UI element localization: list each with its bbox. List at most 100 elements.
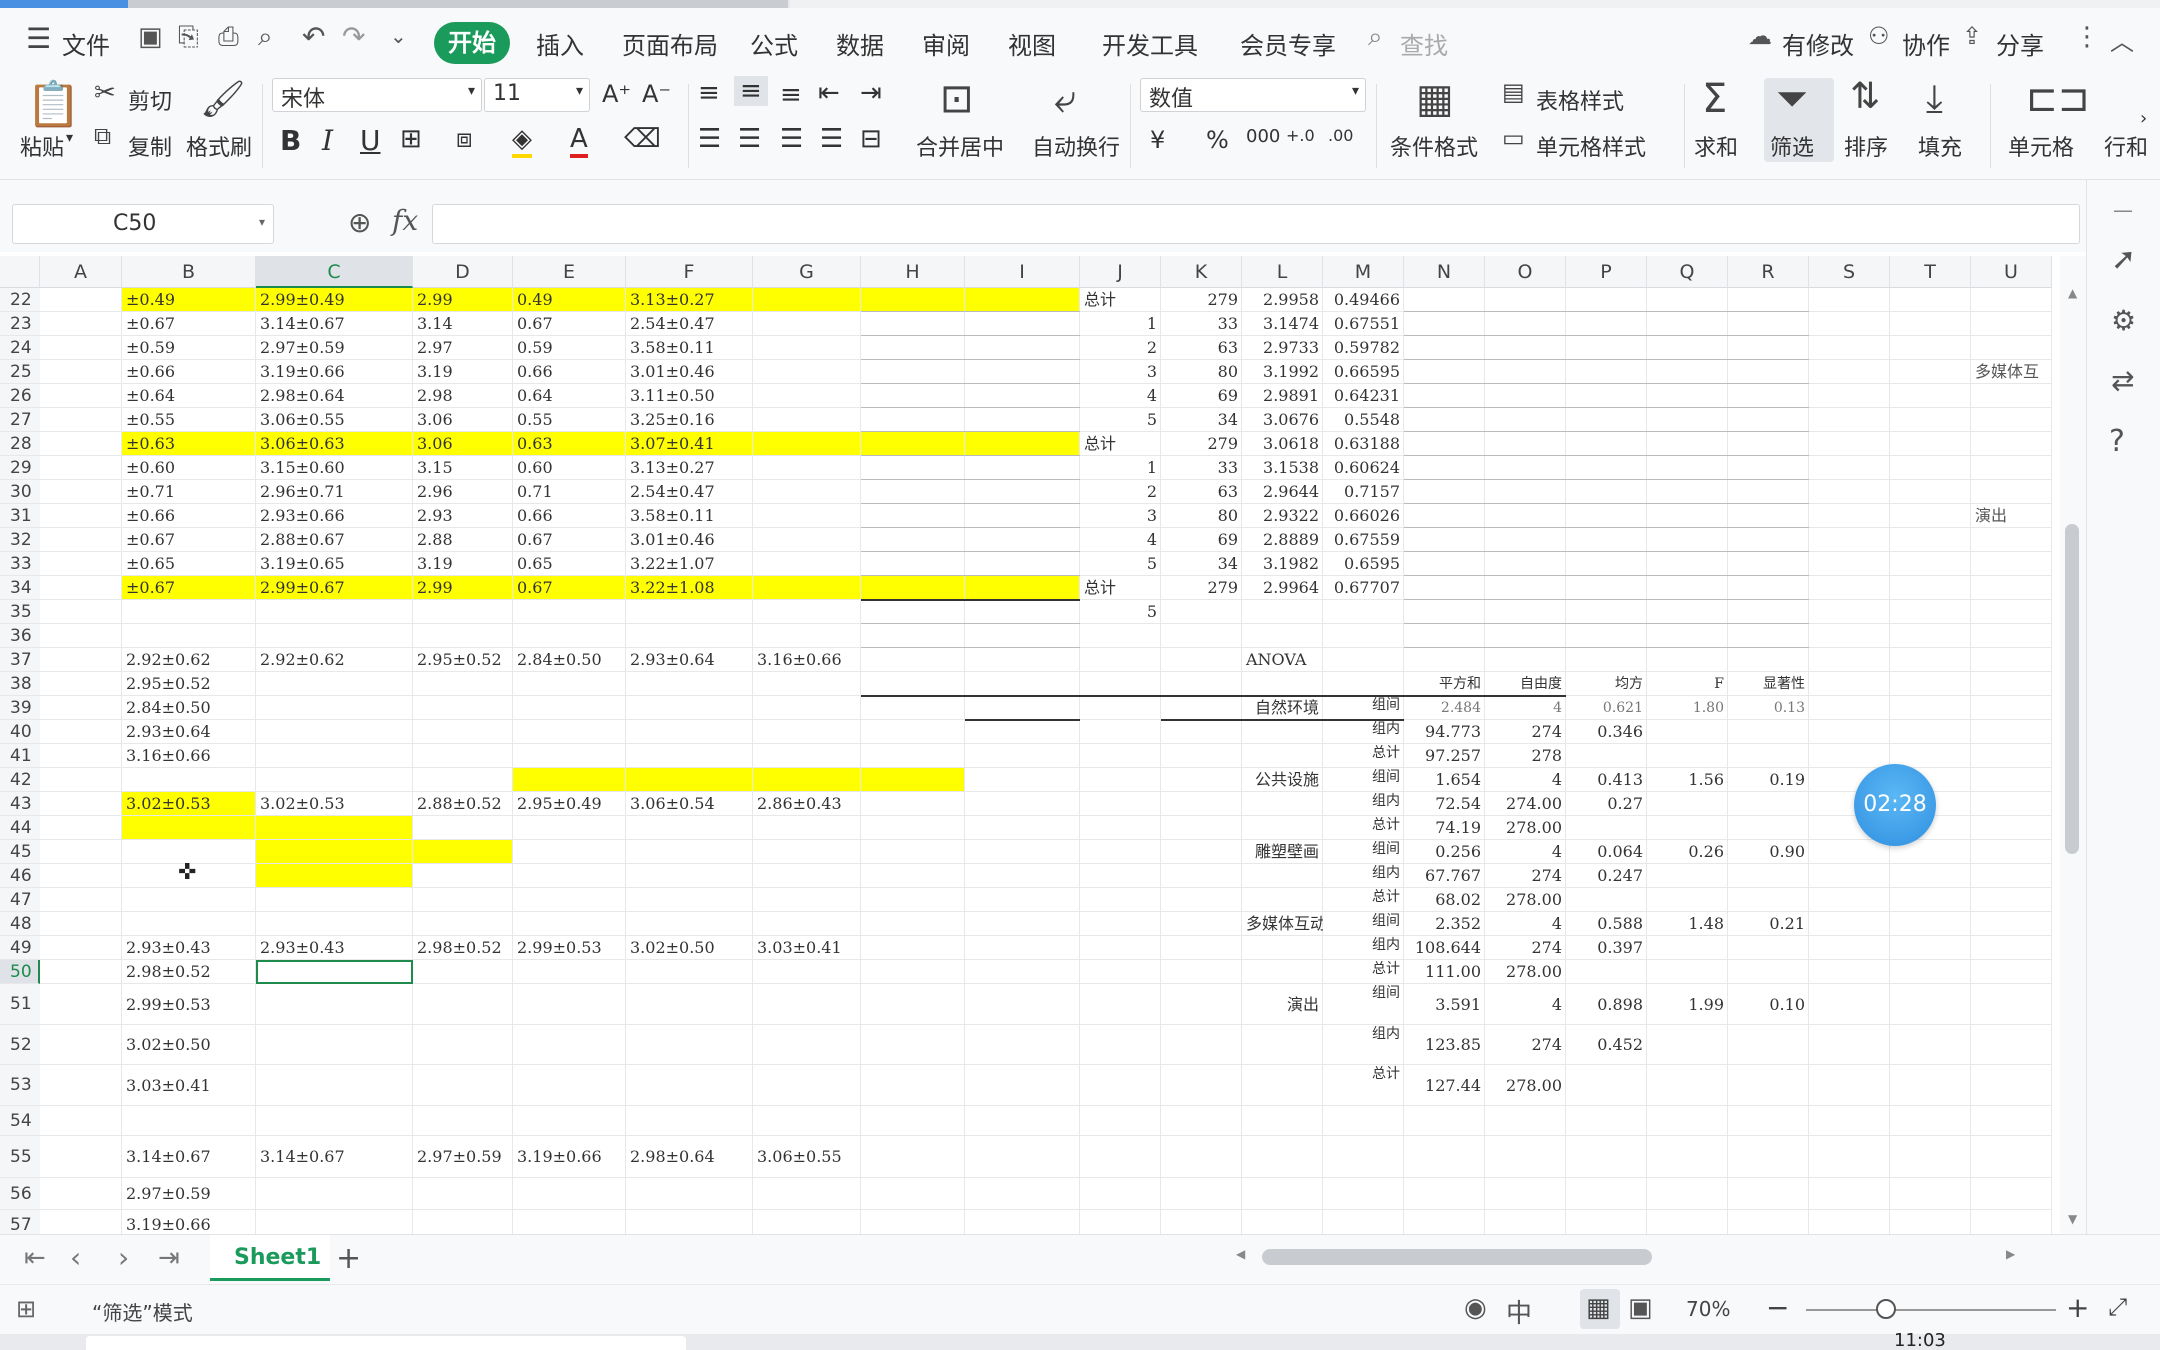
clear-format-icon[interactable]: ⌫ <box>624 124 661 154</box>
decrease-decimal-icon[interactable]: .00 <box>1328 126 1353 145</box>
row-header[interactable]: 48 <box>0 912 40 936</box>
more-options-icon[interactable]: ⋮ <box>2074 22 2100 52</box>
thousands-icon[interactable]: 000 <box>1246 126 1280 147</box>
cell-o39[interactable]: 4 <box>1485 696 1566 720</box>
cell-e26[interactable]: 0.64 <box>513 384 626 408</box>
column-header[interactable]: U <box>1971 256 2052 288</box>
cell-m53[interactable]: 总计 <box>1323 1065 1404 1106</box>
normal-view-icon[interactable]: ▦ <box>1586 1293 1611 1323</box>
cell-style-button[interactable]: 单元格样式 <box>1536 130 1646 162</box>
row-header[interactable]: 41 <box>0 744 40 768</box>
cell-o48[interactable]: 4 <box>1485 912 1566 936</box>
cell-j26[interactable]: 4 <box>1080 384 1161 408</box>
wrap-text-button[interactable]: 自动换行 <box>1032 130 1120 162</box>
cell-n40[interactable]: 94.773 <box>1404 720 1485 744</box>
cell-b32[interactable]: ±0.67 <box>122 528 256 552</box>
row-header[interactable]: 25 <box>0 360 40 384</box>
cell-e27[interactable]: 0.55 <box>513 408 626 432</box>
cut-icon[interactable]: ✂ <box>94 78 116 108</box>
row-header[interactable]: 24 <box>0 336 40 360</box>
cell-c25[interactable]: 3.19±0.66 <box>256 360 413 384</box>
cell-m45[interactable]: 组间 <box>1323 840 1404 864</box>
cell-o50[interactable]: 278.00 <box>1485 960 1566 984</box>
cell-m23[interactable]: 0.67551 <box>1323 312 1404 336</box>
cell-e37[interactable]: 2.84±0.50 <box>513 648 626 672</box>
help-icon[interactable]: ? <box>2109 424 2125 459</box>
fill-icon[interactable]: ⤓ <box>1926 76 1943 121</box>
format-painter-icon[interactable]: 🖌 <box>200 78 246 120</box>
cell-l33[interactable]: 3.1982 <box>1242 552 1323 576</box>
cell-b37[interactable]: 2.92±0.62 <box>122 648 256 672</box>
cell-l27[interactable]: 3.0676 <box>1242 408 1323 432</box>
cell-n47[interactable]: 68.02 <box>1404 888 1485 912</box>
cell-m39[interactable]: 组间 <box>1323 696 1404 720</box>
cell-b33[interactable]: ±0.65 <box>122 552 256 576</box>
row-header[interactable]: 28 <box>0 432 40 456</box>
cell-m43[interactable]: 组内 <box>1323 792 1404 816</box>
cell-border-style-icon[interactable]: ⧈ <box>456 124 473 155</box>
horizontal-scroll-thumb[interactable] <box>1262 1249 1652 1265</box>
eye-protection-icon[interactable]: ◉ <box>1464 1293 1487 1323</box>
cell-p49[interactable]: 0.397 <box>1566 936 1647 960</box>
fill-button[interactable]: 填充 <box>1918 130 1962 162</box>
row-header[interactable]: 49 <box>0 936 40 960</box>
cell-o45[interactable]: 4 <box>1485 840 1566 864</box>
cell-d43[interactable]: 2.88±0.52 <box>413 792 513 816</box>
cell-k30[interactable]: 63 <box>1161 480 1242 504</box>
cell-p52[interactable]: 0.452 <box>1566 1025 1647 1065</box>
cell-b38[interactable]: 2.95±0.52 <box>122 672 256 696</box>
font-color-icon[interactable]: A <box>570 124 588 158</box>
row-header[interactable]: 26 <box>0 384 40 408</box>
menu-developer[interactable]: 开发工具 <box>1102 26 1198 61</box>
cell-c26[interactable]: 2.98±0.64 <box>256 384 413 408</box>
cell-k22[interactable]: 279 <box>1161 288 1242 312</box>
merge-center-button[interactable]: 合并居中 <box>916 130 1004 162</box>
cell-b25[interactable]: ±0.66 <box>122 360 256 384</box>
zoom-in-icon[interactable]: + <box>2066 1291 2089 1324</box>
cell-n45[interactable]: 0.256 <box>1404 840 1485 864</box>
cell-g55[interactable]: 3.06±0.55 <box>753 1136 861 1178</box>
cell-e33[interactable]: 0.65 <box>513 552 626 576</box>
cell-b51[interactable]: 2.99±0.53 <box>122 984 256 1025</box>
cell-j30[interactable]: 2 <box>1080 480 1161 504</box>
cell-f27[interactable]: 3.25±0.16 <box>626 408 753 432</box>
cell-k29[interactable]: 33 <box>1161 456 1242 480</box>
cell-o43[interactable]: 274.00 <box>1485 792 1566 816</box>
zoom-formula-icon[interactable]: ⊕ <box>348 206 371 239</box>
cell-l31[interactable]: 2.9322 <box>1242 504 1323 528</box>
menu-view[interactable]: 视图 <box>1008 26 1056 61</box>
vertical-scroll-thumb[interactable] <box>2065 524 2079 854</box>
cell-u25[interactable]: 多媒体互 <box>1971 360 2052 384</box>
cell-l30[interactable]: 2.9644 <box>1242 480 1323 504</box>
cell-c37[interactable]: 2.92±0.62 <box>256 648 413 672</box>
cell-o46[interactable]: 274 <box>1485 864 1566 888</box>
bold-icon[interactable]: B <box>280 124 301 157</box>
cell-p40[interactable]: 0.346 <box>1566 720 1647 744</box>
cut-button[interactable]: 剪切 <box>128 84 172 116</box>
cell-n52[interactable]: 123.85 <box>1404 1025 1485 1065</box>
zoom-out-icon[interactable]: − <box>1766 1291 1789 1324</box>
cell-f31[interactable]: 3.58±0.11 <box>626 504 753 528</box>
row-header[interactable]: 36 <box>0 624 40 648</box>
cell-m49[interactable]: 组内 <box>1323 936 1404 960</box>
cell-b55[interactable]: 3.14±0.67 <box>122 1136 256 1178</box>
align-top-icon[interactable]: ≡ <box>698 78 720 108</box>
scroll-left-icon[interactable]: ◀ <box>1236 1247 1245 1261</box>
cell-f29[interactable]: 3.13±0.27 <box>626 456 753 480</box>
cell-b39[interactable]: 2.84±0.50 <box>122 696 256 720</box>
cell-n39[interactable]: 2.484 <box>1404 696 1485 720</box>
fullscreen-icon[interactable]: ⤢ <box>2108 1293 2127 1321</box>
cell-d31[interactable]: 2.93 <box>413 504 513 528</box>
name-box[interactable]: C50 ▾ <box>12 204 274 244</box>
row-header[interactable]: 40 <box>0 720 40 744</box>
cell-p39[interactable]: 0.621 <box>1566 696 1647 720</box>
menu-formulas[interactable]: 公式 <box>750 26 798 61</box>
cell-c34[interactable]: 2.99±0.67 <box>256 576 413 600</box>
cell-m44[interactable]: 总计 <box>1323 816 1404 840</box>
sum-icon[interactable]: Σ <box>1702 76 1727 122</box>
cell-r38[interactable]: 显著性 <box>1728 672 1809 696</box>
cell-n50[interactable]: 111.00 <box>1404 960 1485 984</box>
cell-o52[interactable]: 274 <box>1485 1025 1566 1065</box>
cell-b26[interactable]: ±0.64 <box>122 384 256 408</box>
cell-f22[interactable]: 3.13±0.27 <box>626 288 753 312</box>
